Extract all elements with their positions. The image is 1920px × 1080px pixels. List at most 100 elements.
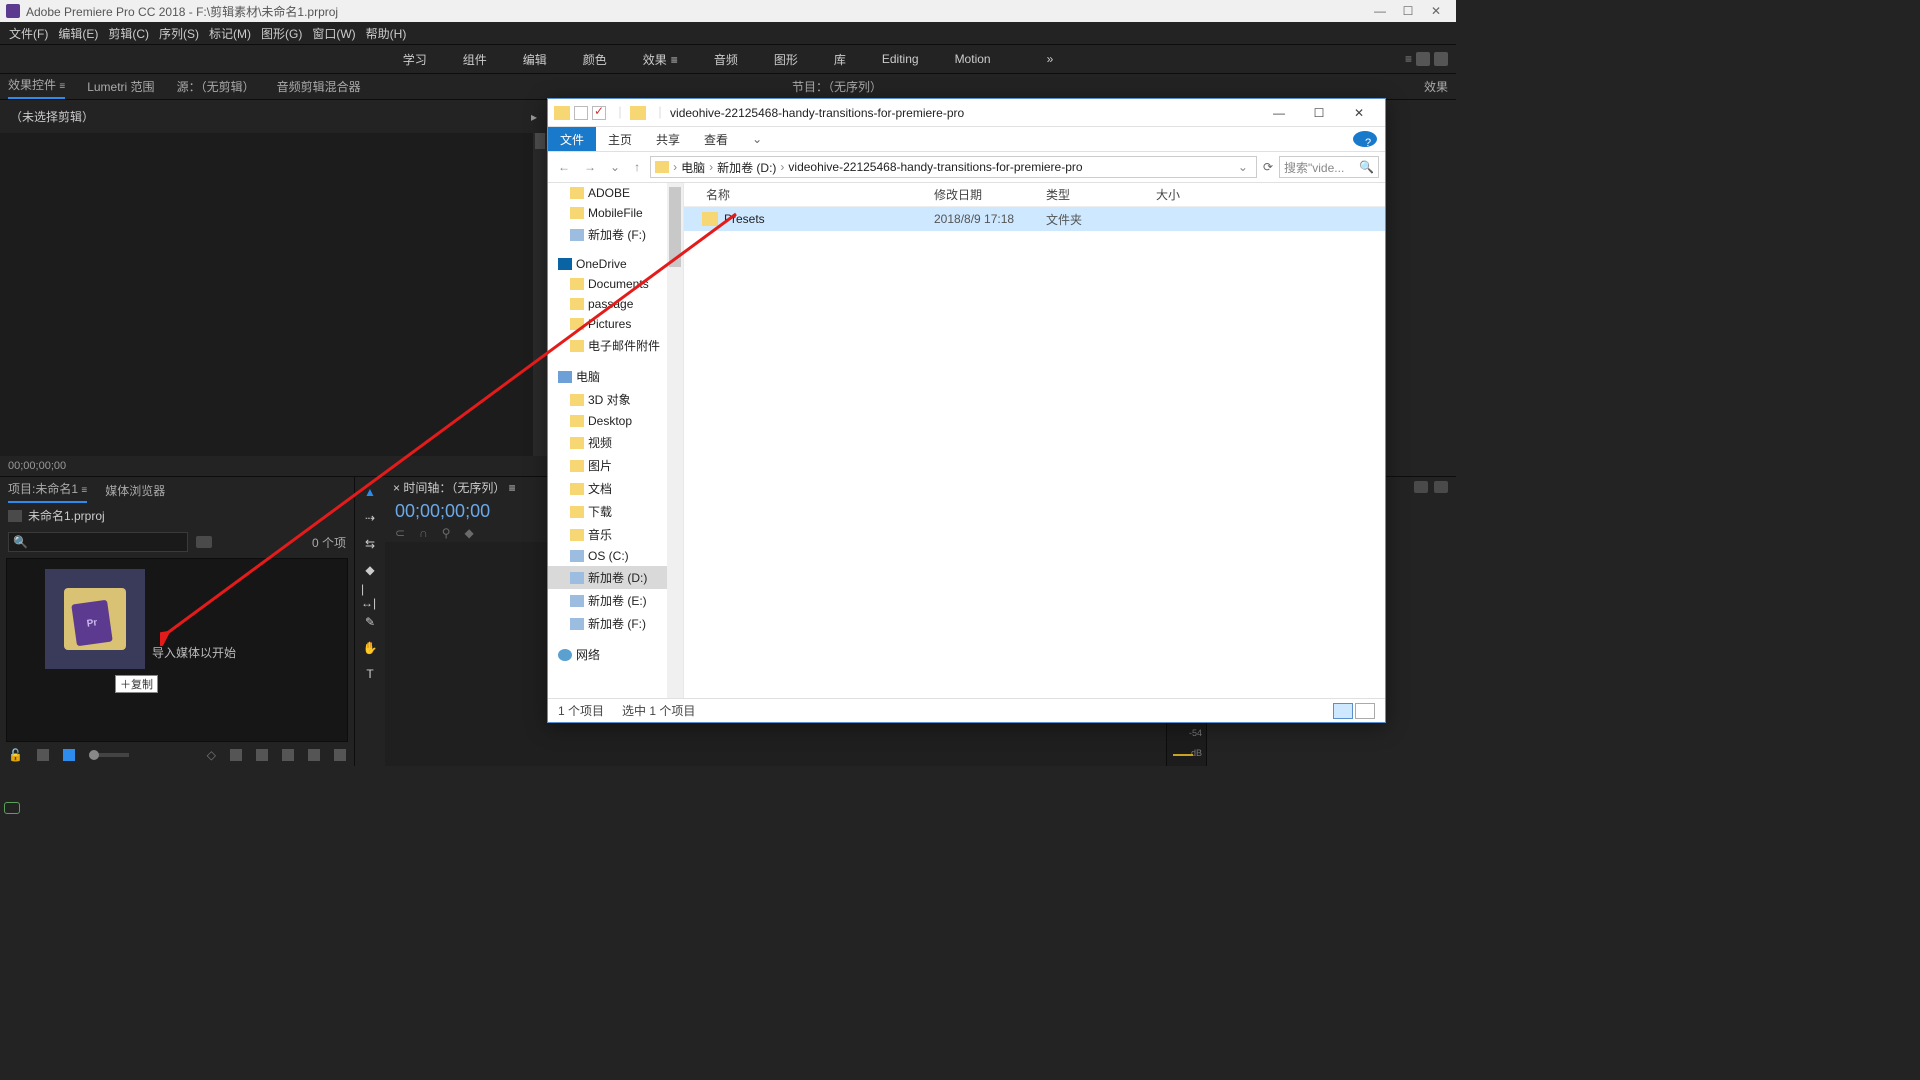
new-item-icon[interactable]: [308, 749, 320, 761]
nav-up-button[interactable]: ↑: [630, 160, 644, 174]
settings-icon[interactable]: ◆: [464, 526, 473, 540]
tree-item[interactable]: 3D 对象: [548, 388, 683, 411]
address-bar[interactable]: › 电脑 › 新加卷 (D:) › videohive-22125468-han…: [650, 156, 1257, 178]
new-bin-icon[interactable]: [196, 536, 212, 548]
workspace-graphics[interactable]: 图形: [774, 51, 798, 68]
ribbon-tab-file[interactable]: 文件: [548, 127, 596, 152]
menu-marker[interactable]: 标记(M): [206, 25, 254, 42]
header-icon-2[interactable]: [1434, 52, 1448, 66]
explorer-close-button[interactable]: ✕: [1339, 106, 1379, 120]
qat-checkbox-on[interactable]: [592, 106, 606, 120]
tree-item[interactable]: 视频: [548, 431, 683, 454]
maximize-button[interactable]: ☐: [1394, 4, 1422, 18]
tab-program-monitor[interactable]: 节目：（无序列）: [792, 78, 882, 99]
marker-icon[interactable]: ⚲: [442, 526, 451, 540]
razor-tool-icon[interactable]: ◆: [361, 561, 379, 579]
project-search-input[interactable]: 🔍: [8, 532, 188, 552]
explorer-title-bar[interactable]: ｜ ｜ videohive-22125468-handy-transitions…: [548, 99, 1385, 127]
menu-clip[interactable]: 剪辑(C): [105, 25, 152, 42]
header-icon-1[interactable]: [1416, 52, 1430, 66]
tree-item[interactable]: 新加卷 (E:): [548, 589, 683, 612]
selection-tool-icon[interactable]: ▲: [361, 483, 379, 501]
explorer-maximize-button[interactable]: ☐: [1299, 106, 1339, 120]
nav-back-button[interactable]: ←: [554, 160, 574, 174]
timeline-tab-label[interactable]: × 时间轴：（无序列） ≡: [393, 479, 516, 499]
workspace-editing[interactable]: Editing: [882, 52, 919, 66]
menu-help[interactable]: 帮助(H): [363, 25, 410, 42]
list-view-icon[interactable]: [37, 749, 49, 761]
new-bin-footer-icon[interactable]: [282, 749, 294, 761]
workspace-overflow-button[interactable]: »: [1047, 52, 1054, 66]
tree-item[interactable]: passage: [548, 294, 683, 314]
hand-tool-icon[interactable]: ✋: [361, 639, 379, 657]
menu-graphics[interactable]: 图形(G): [258, 25, 305, 42]
minimize-button[interactable]: ―: [1366, 4, 1394, 18]
ripple-edit-tool-icon[interactable]: ⇆: [361, 535, 379, 553]
tree-item[interactable]: Pictures: [548, 314, 683, 334]
folder-bin-icon[interactable]: [1414, 481, 1428, 493]
menu-file[interactable]: 文件(F): [6, 25, 51, 42]
breadcrumb-drive[interactable]: 新加卷 (D:): [717, 159, 776, 176]
tree-item[interactable]: 新加卷 (F:): [548, 612, 683, 635]
refresh-button[interactable]: ⟳: [1263, 160, 1273, 174]
menu-edit[interactable]: 编辑(E): [55, 25, 101, 42]
delete-icon[interactable]: [334, 749, 346, 761]
help-icon[interactable]: ?: [1353, 131, 1377, 147]
ribbon-tab-share[interactable]: 共享: [644, 127, 692, 152]
track-select-tool-icon[interactable]: ⇢: [361, 509, 379, 527]
tree-item[interactable]: Documents: [548, 274, 683, 294]
tree-item[interactable]: 电脑: [548, 365, 683, 388]
explorer-minimize-button[interactable]: ―: [1259, 106, 1299, 120]
breadcrumb-pc[interactable]: 电脑: [681, 159, 705, 176]
tree-item[interactable]: 文档: [548, 477, 683, 500]
column-headers[interactable]: 名称 修改日期 类型 大小: [684, 183, 1385, 207]
tab-lumetri-scopes[interactable]: Lumetri 范围: [87, 78, 154, 99]
sort-icon[interactable]: ◇: [207, 748, 216, 762]
workspace-learn[interactable]: 学习: [403, 51, 427, 68]
panel-menu-icon[interactable]: ≡: [1405, 52, 1412, 66]
address-dropdown-icon[interactable]: ⌄: [1234, 160, 1252, 174]
nav-recent-dropdown[interactable]: ⌄: [606, 160, 624, 174]
explorer-nav-tree[interactable]: ADOBEMobileFile新加卷 (F:)OneDriveDocuments…: [548, 183, 684, 698]
project-bin-area[interactable]: Pr 导入媒体以开始 ＋复制: [6, 558, 348, 742]
details-view-button[interactable]: [1333, 703, 1353, 719]
qat-checkbox-off[interactable]: [574, 106, 588, 120]
workspace-motion[interactable]: Motion: [955, 52, 991, 66]
tab-project[interactable]: 项目:未命名1 ≡: [8, 480, 87, 503]
tab-effects-right[interactable]: 效果: [1424, 78, 1448, 99]
menu-window[interactable]: 窗口(W): [309, 25, 358, 42]
tree-item[interactable]: ADOBE: [548, 183, 683, 203]
find-icon[interactable]: [256, 749, 268, 761]
workspace-library[interactable]: 库: [834, 51, 846, 68]
workspace-audio[interactable]: 音频: [714, 51, 738, 68]
tree-item[interactable]: 下载: [548, 500, 683, 523]
tab-audio-clip-mixer[interactable]: 音频剪辑混合器: [277, 78, 361, 99]
tree-item[interactable]: 新加卷 (F:): [548, 223, 683, 246]
type-tool-icon[interactable]: T: [361, 665, 379, 683]
col-date[interactable]: 修改日期: [934, 186, 1046, 203]
workspace-effects[interactable]: 效果≡: [643, 51, 678, 68]
icon-view-icon[interactable]: [63, 749, 75, 761]
workspace-assembly[interactable]: 组件: [463, 51, 487, 68]
scrollbar[interactable]: [533, 133, 547, 456]
tree-item[interactable]: 音乐: [548, 523, 683, 546]
file-row[interactable]: Presets2018/8/9 17:18文件夹: [684, 207, 1385, 231]
col-type[interactable]: 类型: [1046, 186, 1156, 203]
ribbon-tab-view[interactable]: 查看: [692, 127, 740, 152]
collapse-arrow-icon[interactable]: ▸: [531, 110, 537, 124]
close-button[interactable]: ✕: [1422, 4, 1450, 18]
ribbon-collapse-icon[interactable]: ⌄: [740, 128, 774, 150]
menu-sequence[interactable]: 序列(S): [156, 25, 202, 42]
tree-scrollbar[interactable]: [667, 183, 683, 698]
ribbon-tab-home[interactable]: 主页: [596, 127, 644, 152]
tree-item[interactable]: 新加卷 (D:): [548, 566, 683, 589]
workspace-color[interactable]: 颜色: [583, 51, 607, 68]
tree-item[interactable]: MobileFile: [548, 203, 683, 223]
slip-tool-icon[interactable]: |↔|: [361, 587, 379, 605]
tree-item[interactable]: Desktop: [548, 411, 683, 431]
snap-icon[interactable]: ⊂: [395, 526, 405, 540]
auto-match-icon[interactable]: [230, 749, 242, 761]
status-chip-icon[interactable]: [4, 802, 20, 814]
col-name[interactable]: 名称: [684, 186, 934, 203]
nav-forward-button[interactable]: →: [580, 160, 600, 174]
